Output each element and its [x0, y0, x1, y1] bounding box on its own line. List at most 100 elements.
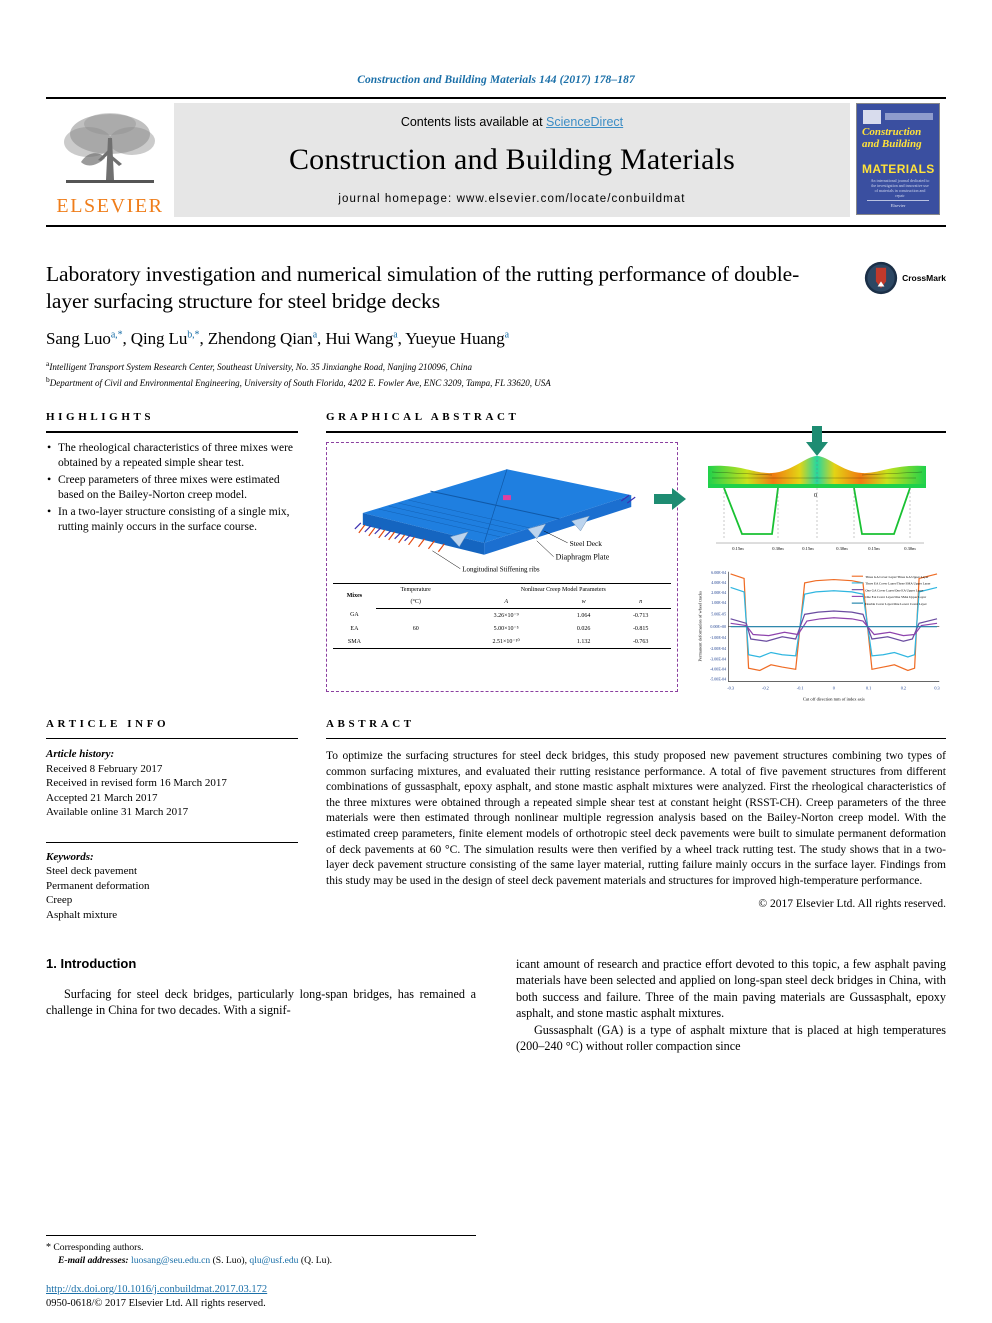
- svg-text:Longitudinal Stiffening ribs: Longitudinal Stiffening ribs: [462, 566, 540, 574]
- svg-text:0.30m: 0.30m: [904, 546, 916, 551]
- keywords-label: Keywords:: [46, 850, 94, 863]
- section-title-introduction: 1. Introduction: [46, 956, 137, 971]
- svg-text:One EA Cover Layer/One SMA Upp: One EA Cover Layer/One SMA Upper Layer: [865, 595, 927, 599]
- graphical-abstract-column: GRAPHICAL ABSTRACT Steel Deck Diaphragm …: [326, 411, 946, 702]
- author-item: Sang Luoa,*: [46, 329, 123, 348]
- deformation-contour-figure: 0 0.15m 0.30m 0.15m 0.30m 0.15m 0.30m: [688, 442, 946, 554]
- author-item: Hui Wanga: [325, 329, 397, 348]
- crossmark-label: CrossMark: [902, 273, 946, 283]
- svg-text:-0.2: -0.2: [762, 685, 769, 690]
- svg-text:0.15m: 0.15m: [732, 546, 744, 551]
- cell-temp: 60: [412, 625, 419, 632]
- author-name: Qing Lu: [130, 329, 188, 348]
- author-affil-mark: b,*: [187, 329, 200, 341]
- author-affil-mark: a,*: [110, 329, 123, 341]
- article-history-label: Article history:: [46, 748, 115, 760]
- paragraph: Gussasphalt (GA) is a type of asphalt mi…: [516, 1022, 946, 1054]
- creep-parameters-table: Mixes Temperature Nonlinear Creep Model …: [333, 583, 671, 649]
- body-column-right: icant amount of research and practice ef…: [516, 956, 946, 1054]
- cell-temp: [375, 635, 456, 649]
- article-history: Article history: Received 8 February 201…: [46, 747, 298, 820]
- svg-text:Three GA Cover Layer/Three GA: Three GA Cover Layer/Three GA Upper Laye…: [865, 575, 929, 579]
- journal-homepage[interactable]: journal homepage: www.elsevier.com/locat…: [338, 193, 685, 205]
- svg-text:6.00E-04: 6.00E-04: [711, 570, 726, 575]
- list-item: In a two-layer structure consisting of a…: [46, 504, 298, 534]
- highlights-column: HIGHLIGHTS The rheological characteristi…: [46, 411, 298, 692]
- column-gutter: [298, 411, 326, 692]
- body-gutter: [476, 956, 516, 1054]
- table-row: SMA 2.51×10⁻¹⁰ 1.132 -0.763: [333, 635, 671, 649]
- table-header-w: w: [556, 596, 611, 609]
- cell-temp: [376, 609, 456, 623]
- affiliation-text: Intelligent Transport System Research Ce…: [49, 362, 472, 372]
- crossmark-badge[interactable]: CrossMark: [864, 261, 946, 295]
- email-link-2[interactable]: qlu@usf.edu: [249, 1255, 298, 1266]
- author-list: Sang Luoa,*, Qing Lub,*, Zhendong Qiana,…: [46, 329, 509, 348]
- cell-mix: EA: [350, 625, 359, 632]
- email-owner-2: (Q. Lu).: [300, 1255, 333, 1266]
- article-info-rule: [46, 738, 298, 739]
- svg-text:-1.00E-04: -1.00E-04: [710, 635, 726, 640]
- svg-text:-0.1: -0.1: [797, 685, 804, 690]
- table-row: EA 60 5.00×10⁻⁵ 0.026 -0.815: [333, 622, 671, 635]
- article-info-abstract-row: ARTICLE INFO Article history: Received 8…: [46, 718, 946, 922]
- table-row: GA 3.26×10⁻⁹ 1.064 -0.713: [333, 609, 671, 623]
- keyword-item: Asphalt mixture: [46, 908, 118, 921]
- keyword-item: Steel deck pavement: [46, 865, 138, 877]
- keywords-rule: [46, 841, 298, 843]
- cell-n: -0.815: [632, 625, 649, 632]
- ga-right-panel: 0 0.15m 0.30m 0.15m 0.30m 0.15m 0.30m 6.…: [654, 426, 946, 702]
- svg-text:4.00E-04: 4.00E-04: [711, 580, 726, 585]
- svg-text:One GA Cover Layer/One EA Uppe: One GA Cover Layer/One EA Upper Layer: [865, 588, 924, 592]
- table-header-temperature: Temperature: [375, 583, 456, 596]
- svg-text:-5.00E-04: -5.00E-04: [710, 677, 726, 682]
- highlights-list: The rheological characteristics of three…: [46, 440, 298, 534]
- affiliation-item: bDepartment of Civil and Environmental E…: [46, 374, 946, 390]
- graphical-abstract-heading: GRAPHICAL ABSTRACT: [326, 411, 520, 423]
- svg-text:0.15m: 0.15m: [802, 546, 814, 551]
- steel-deck-3d-model: Steel Deck Diaphragm Plate Longitudinal …: [333, 451, 671, 579]
- arrow-down-icon: [806, 426, 828, 456]
- cover-subtitle: An international journal dedicated to th…: [870, 178, 930, 198]
- cell-A: 3.26×10⁻⁹: [493, 613, 519, 619]
- graphical-abstract-figure: Steel Deck Diaphragm Plate Longitudinal …: [326, 426, 946, 702]
- graphical-abstract-rule: [326, 431, 946, 433]
- elsevier-logo: ELSEVIER: [46, 99, 174, 225]
- history-item: Received 8 February 2017: [46, 762, 163, 775]
- svg-text:5.00E-05: 5.00E-05: [711, 611, 726, 616]
- svg-text:2.00E-04: 2.00E-04: [711, 590, 726, 595]
- article-info-column: ARTICLE INFO Article history: Received 8…: [46, 718, 298, 922]
- crossmark-icon: [864, 261, 898, 295]
- elsevier-wordmark: ELSEVIER: [56, 195, 164, 217]
- permanent-deformation-chart: 6.00E-04 4.00E-04 2.00E-04 1.00E-04 5.00…: [688, 558, 946, 707]
- highlights-rule: [46, 431, 298, 433]
- svg-text:-0.3: -0.3: [727, 685, 734, 690]
- affiliation-item: aIntelligent Transport System Research C…: [46, 358, 946, 374]
- cell-n: -0.763: [610, 635, 671, 649]
- svg-text:0.30m: 0.30m: [836, 546, 848, 551]
- cover-footer: Elsevier: [867, 200, 929, 208]
- keyword-item: Permanent deformation: [46, 879, 150, 892]
- deformation-contour-svg: 0 0.15m 0.30m 0.15m 0.30m 0.15m 0.30m: [708, 456, 926, 551]
- cell-mix: GA: [350, 612, 359, 619]
- table-header-A: A: [455, 596, 557, 609]
- permanent-deformation-chart-svg: 6.00E-04 4.00E-04 2.00E-04 1.00E-04 5.00…: [697, 570, 939, 702]
- highlights-heading: HIGHLIGHTS: [46, 411, 155, 423]
- doi-link[interactable]: http://dx.doi.org/10.1016/j.conbuildmat.…: [46, 1284, 267, 1295]
- asterisk-icon: *: [46, 1242, 51, 1253]
- contents-line: Contents lists available at ScienceDirec…: [401, 115, 623, 129]
- highlights-graphical-abstract-row: HIGHLIGHTS The rheological characteristi…: [46, 411, 946, 702]
- page-title: Laboratory investigation and numerical s…: [46, 262, 800, 313]
- keywords-block: Keywords: Steel deck pavement Permanent …: [46, 834, 298, 923]
- sciencedirect-link[interactable]: ScienceDirect: [546, 115, 623, 129]
- svg-text:0.1: 0.1: [866, 685, 871, 690]
- paragraph: Surfacing for steel deck bridges, partic…: [46, 987, 476, 1018]
- email-link-1[interactable]: luosang@seu.edu.cn: [131, 1255, 210, 1266]
- author-item: Yueyue Huanga: [405, 329, 509, 348]
- cell-mix: SMA: [333, 635, 376, 649]
- doi-block: http://dx.doi.org/10.1016/j.conbuildmat.…: [46, 1279, 506, 1309]
- cell-w: 1.132: [556, 635, 611, 649]
- table-header-temperature-unit: (°C): [375, 596, 456, 609]
- abstract-heading: ABSTRACT: [326, 718, 415, 730]
- paragraph: icant amount of research and practice ef…: [516, 957, 946, 1021]
